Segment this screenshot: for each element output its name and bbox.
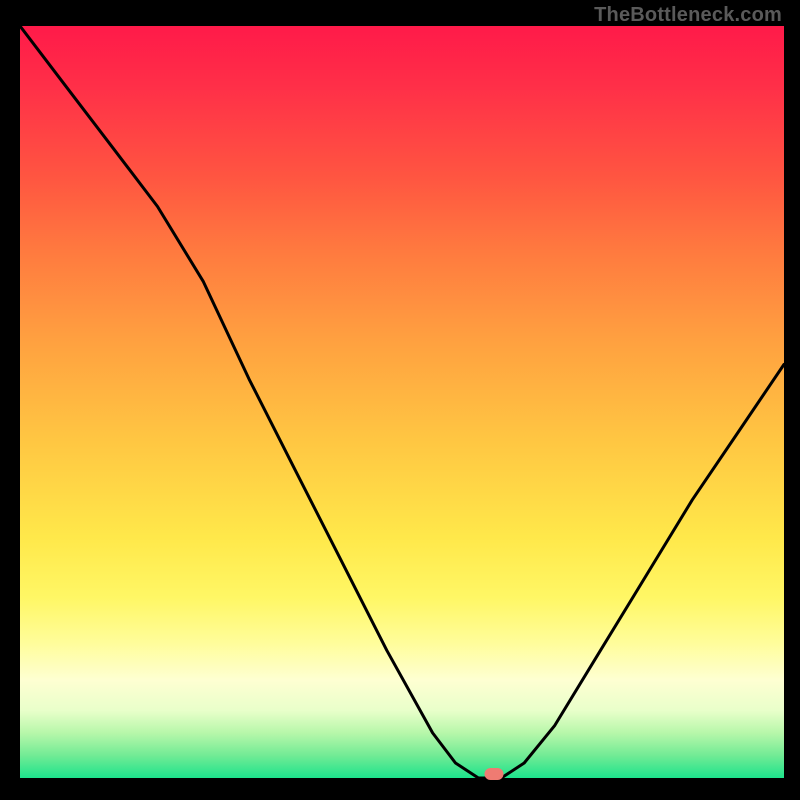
bottleneck-curve xyxy=(20,26,784,778)
chart-frame: TheBottleneck.com xyxy=(0,0,800,800)
watermark-text: TheBottleneck.com xyxy=(594,4,782,27)
plot-area xyxy=(20,26,784,778)
optimal-marker xyxy=(484,768,503,780)
